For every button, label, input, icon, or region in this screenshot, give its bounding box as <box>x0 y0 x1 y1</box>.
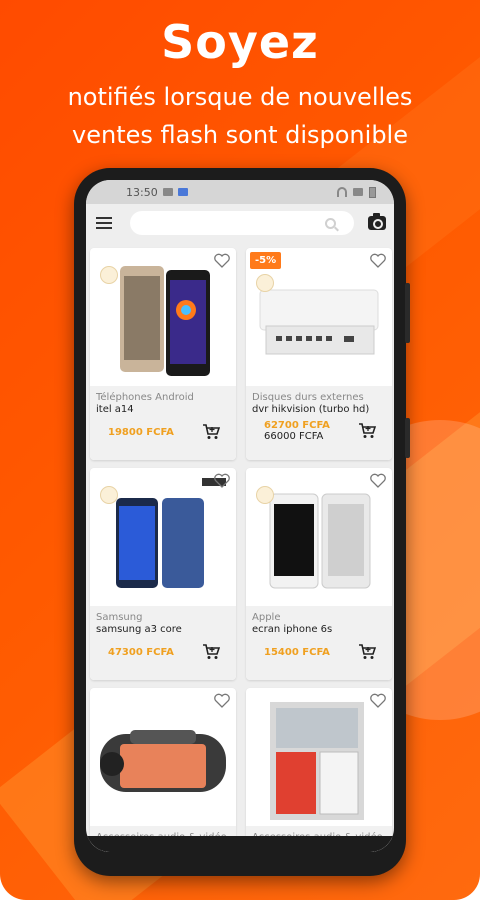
product-card[interactable]: Samsung samsung a3 core 47300 FCFA <box>90 468 236 680</box>
product-card[interactable]: Apple ecran iphone 6s 15400 FCFA <box>246 468 392 680</box>
product-old-price: 66000 FCFA <box>264 431 324 442</box>
phone-screen: 13:50 Téléphones Android itel a14 19800 … <box>86 180 394 852</box>
product-name: itel a14 <box>96 404 134 415</box>
product-image-poster <box>270 702 364 820</box>
product-info: Disques durs externes dvr hikvision (tur… <box>246 386 392 460</box>
product-name: dvr hikvision (turbo hd) <box>252 404 370 415</box>
menu-icon[interactable] <box>96 217 112 229</box>
promo-banner: Soyez notifiés lorsque de nouvelles vent… <box>0 0 480 900</box>
search-input[interactable] <box>130 211 354 235</box>
heart-icon[interactable] <box>370 473 386 488</box>
product-card[interactable]: Téléphones Android itel a14 19800 FCFA <box>90 248 236 460</box>
product-card[interactable]: Accessoires audio & vidéo <box>246 688 392 852</box>
phone-mockup: 13:50 Téléphones Android itel a14 19800 … <box>74 168 410 876</box>
product-category: Disques durs externes <box>252 392 364 403</box>
app-toolbar <box>86 204 394 242</box>
product-price: 19800 FCFA <box>108 426 174 438</box>
product-name: samsung a3 core <box>96 624 182 635</box>
status-bar: 13:50 <box>86 180 394 204</box>
promo-line-2: ventes flash sont disponible <box>72 121 408 149</box>
product-card[interactable]: -5% Disques durs externes dvr hikvision … <box>246 248 392 460</box>
product-grid: Téléphones Android itel a14 19800 FCFA -… <box>86 242 394 852</box>
product-price: 47300 FCFA <box>108 646 174 658</box>
promo-headline: Soyez notifiés lorsque de nouvelles vent… <box>0 14 480 154</box>
signal-icon <box>353 188 363 196</box>
phone-side-button <box>405 418 410 458</box>
product-card[interactable]: Accessoires audio & vidéo <box>90 688 236 852</box>
status-time: 13:50 <box>126 185 158 199</box>
product-info: Apple ecran iphone 6s 15400 FCFA <box>246 606 392 680</box>
cart-icon[interactable] <box>358 644 376 660</box>
phone-side-button <box>405 283 410 343</box>
product-category: Téléphones Android <box>96 392 194 403</box>
promo-title: Soyez <box>161 15 319 69</box>
seller-logo <box>256 274 274 292</box>
product-category: Samsung <box>96 612 143 623</box>
product-price: 15400 FCFA <box>264 646 330 658</box>
cart-icon[interactable] <box>202 644 220 660</box>
seller-logo <box>100 486 118 504</box>
wifi-icon <box>337 187 347 197</box>
heart-icon[interactable] <box>370 693 386 708</box>
battery-icon <box>369 186 376 198</box>
seller-logo <box>100 266 118 284</box>
product-info: Samsung samsung a3 core 47300 FCFA <box>90 606 236 680</box>
product-info: Téléphones Android itel a14 19800 FCFA <box>90 386 236 460</box>
heart-icon[interactable] <box>214 693 230 708</box>
heart-icon[interactable] <box>370 253 386 268</box>
gallery-icon <box>162 188 173 196</box>
product-category: Apple <box>252 612 281 623</box>
cart-icon[interactable] <box>358 423 376 439</box>
heart-icon[interactable] <box>214 253 230 268</box>
system-nav-bar <box>86 836 394 852</box>
promo-subtitle: notifiés lorsque de nouvelles ventes fla… <box>0 78 480 154</box>
search-icon[interactable] <box>325 217 336 229</box>
promo-line-1: notifiés lorsque de nouvelles <box>67 83 413 111</box>
seller-logo <box>256 486 274 504</box>
product-price: 62700 FCFA <box>264 420 330 431</box>
discount-badge: -5% <box>250 252 282 269</box>
heart-icon[interactable] <box>214 473 230 488</box>
camera-icon[interactable] <box>368 213 386 230</box>
product-image-speaker <box>100 730 226 792</box>
chat-icon <box>177 188 188 196</box>
product-name: ecran iphone 6s <box>252 624 333 635</box>
cart-icon[interactable] <box>202 424 220 440</box>
